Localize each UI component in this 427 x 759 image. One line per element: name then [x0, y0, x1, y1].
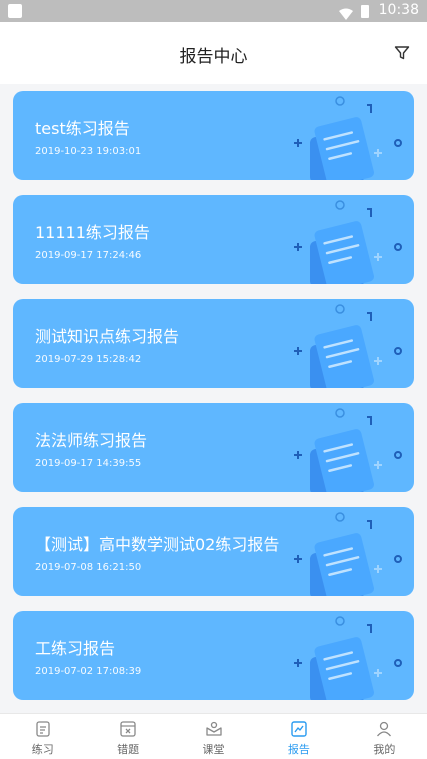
- report-icon: [291, 721, 307, 737]
- tab-label: 练习: [31, 743, 54, 756]
- tab-label: 我的: [373, 743, 396, 756]
- wrong-questions-icon: [120, 721, 136, 737]
- profile-icon: [377, 721, 392, 737]
- classroom-icon: [205, 721, 222, 736]
- report-document-icon: [294, 304, 402, 388]
- report-date: 2019-07-08 16:21:50: [35, 562, 142, 573]
- report-card[interactable]: 工练习报告 2019-07-02 17:08:39: [13, 611, 414, 700]
- report-title: test练习报告: [35, 119, 130, 138]
- battery-icon: [361, 5, 369, 18]
- tab-practice[interactable]: 练习: [0, 714, 85, 759]
- page-title: 报告中心: [179, 47, 248, 67]
- report-title: 11111练习报告: [35, 223, 150, 242]
- report-list: test练习报告 2019-10-23 19:03:01 11111练习报告 2…: [13, 91, 414, 715]
- filter-button[interactable]: [391, 42, 413, 64]
- tab-label: 课堂: [202, 743, 225, 756]
- report-document-icon: [294, 200, 402, 284]
- tab-wrong-questions[interactable]: 错题: [85, 714, 170, 759]
- report-card[interactable]: 测试知识点练习报告 2019-07-29 15:28:42: [13, 299, 414, 388]
- tab-label: 报告: [287, 743, 310, 756]
- report-date: 2019-09-17 17:24:46: [35, 250, 142, 261]
- tab-profile[interactable]: 我的: [342, 714, 427, 759]
- report-card[interactable]: 法法师练习报告 2019-09-17 14:39:55: [13, 403, 414, 492]
- report-document-icon: [294, 512, 402, 596]
- report-date: 2019-09-17 14:39:55: [35, 458, 142, 469]
- tab-label: 错题: [117, 743, 140, 756]
- report-title: 【测试】高中数学测试02练习报告: [35, 535, 280, 554]
- report-document-icon: [294, 616, 402, 700]
- report-date: 2019-10-23 19:03:01: [35, 146, 142, 157]
- filter-icon: [394, 46, 410, 60]
- tab-classroom[interactable]: 课堂: [171, 714, 256, 759]
- header: 报告中心: [0, 22, 427, 84]
- practice-icon: [36, 721, 50, 737]
- report-date: 2019-07-29 15:28:42: [35, 354, 142, 365]
- report-title: 法法师练习报告: [35, 431, 148, 450]
- bottom-tab-bar: 练习 错题 课堂 报告 我的: [0, 713, 427, 759]
- report-date: 2019-07-02 17:08:39: [35, 666, 142, 677]
- report-card[interactable]: 11111练习报告 2019-09-17 17:24:46: [13, 195, 414, 284]
- status-bar: 10:38: [0, 0, 427, 22]
- report-title: 工练习报告: [35, 639, 116, 658]
- report-card[interactable]: test练习报告 2019-10-23 19:03:01: [13, 91, 414, 180]
- status-time: 10:38: [378, 2, 419, 18]
- tab-report[interactable]: 报告: [256, 714, 341, 759]
- report-document-icon: [294, 408, 402, 492]
- app-notification-icon: [8, 4, 22, 18]
- report-document-icon: [294, 96, 402, 180]
- report-title: 测试知识点练习报告: [35, 327, 180, 346]
- report-card[interactable]: 【测试】高中数学测试02练习报告 2019-07-08 16:21:50: [13, 507, 414, 596]
